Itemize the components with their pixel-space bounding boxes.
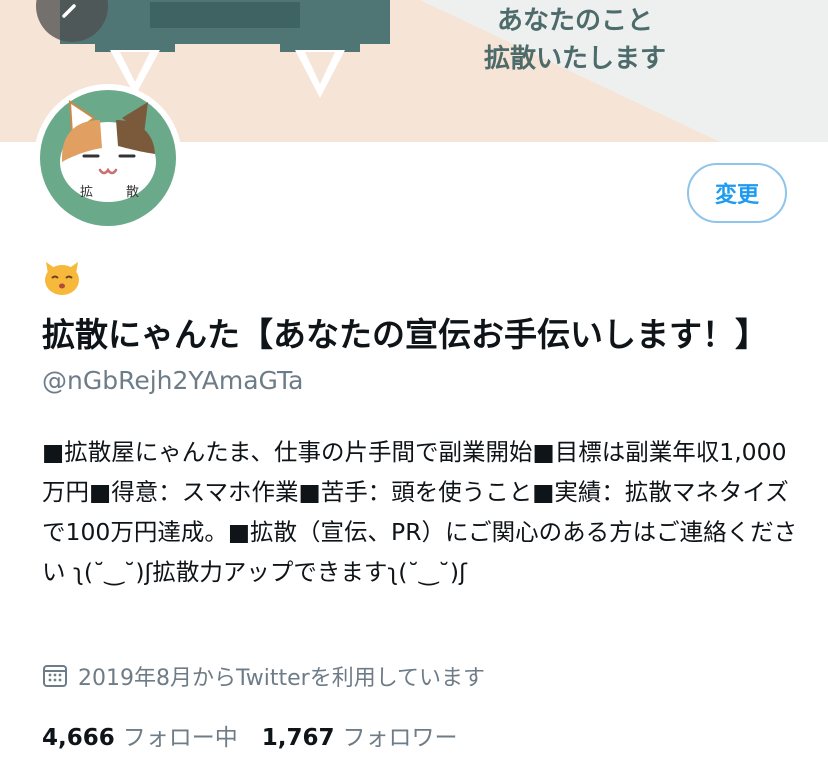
avatar[interactable]: 拡 散: [34, 84, 182, 232]
banner-caption: あなたのこと 拡散いたします: [440, 2, 710, 78]
user-handle: @nGbRejh2YAmaGTa: [42, 366, 304, 395]
banner-caption-line2: 拡散いたします: [483, 44, 666, 74]
banner-caption-line1: あなたのこと: [496, 6, 653, 36]
join-date-text: 2019年8月からTwitterを利用しています: [78, 666, 486, 691]
following-label: フォロー中: [122, 725, 238, 751]
join-date: 2019年8月からTwitterを利用しています: [42, 660, 485, 692]
followers-link[interactable]: 1,767 フォロワー: [262, 718, 458, 752]
followers-count: 1,767: [261, 725, 335, 751]
followers-label: フォロワー: [342, 725, 458, 751]
cat-avatar-image: 拡 散: [40, 90, 176, 226]
kissing-cat-icon: [42, 260, 82, 310]
avatar-char-left: 拡: [80, 185, 93, 200]
edit-profile-button[interactable]: 変更: [687, 163, 787, 223]
following-count: 4,666: [42, 725, 115, 751]
chevron-left-icon: [62, 4, 76, 18]
display-name-text: 拡散にゃんた【あなたの宣伝お手伝いします！】: [42, 315, 768, 354]
avatar-char-right: 散: [126, 185, 139, 200]
following-link[interactable]: 4,666 フォロー中: [42, 718, 238, 752]
calendar-icon: [43, 665, 67, 687]
follow-stats: 4,666 フォロー中 1,767 フォロワー: [42, 718, 458, 752]
profile-bio: ■拡散屋にゃんたま、仕事の片手間で副業開始■目標は副業年収1,000万円■得意：…: [42, 438, 798, 586]
display-name: 拡散にゃんた【あなたの宣伝お手伝いします！】: [42, 254, 802, 360]
